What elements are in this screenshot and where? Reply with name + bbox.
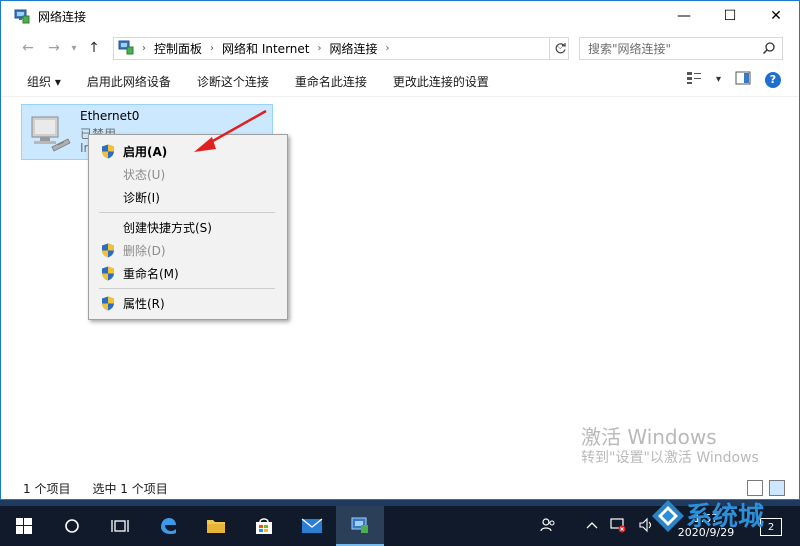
breadcrumb-separator-icon[interactable]: › — [317, 43, 321, 54]
address-bar[interactable]: › 控制面板 › 网络和 Internet › 网络连接 › ⌵ — [113, 37, 569, 60]
forward-button[interactable]: → — [41, 35, 67, 61]
ethernet-adapter-icon — [28, 113, 74, 153]
navigation-bar: ← → ▾ ↑ › 控制面板 › 网络和 Internet › 网络连接 › ⌵ — [1, 33, 799, 63]
mail-icon — [301, 518, 323, 533]
change-settings-button[interactable]: 更改此连接的设置 — [387, 73, 495, 90]
mail-button[interactable] — [288, 506, 336, 546]
menu-item-properties[interactable]: 属性(R) — [91, 292, 285, 314]
menu-item-create-shortcut[interactable]: 创建快捷方式(S) — [91, 216, 285, 238]
people-icon[interactable] — [540, 517, 556, 536]
network-disconnected-icon[interactable] — [610, 517, 626, 536]
breadcrumb-separator-icon[interactable]: › — [386, 43, 390, 54]
change-view-icon[interactable] — [686, 71, 702, 88]
view-controls: ▾ ? — [686, 71, 781, 88]
edge-browser-icon — [161, 518, 176, 534]
menu-separator — [99, 288, 275, 289]
selected-count: 选中 1 个项目 — [92, 481, 168, 496]
minimize-button[interactable]: — — [661, 1, 707, 31]
diagnose-button[interactable]: 诊断这个连接 — [191, 73, 275, 90]
organize-button[interactable]: 组织 ▾ — [21, 73, 67, 90]
command-bar: 组织 ▾ 启用此网络设备 诊断这个连接 重命名此连接 更改此连接的设置 ▾ ? — [1, 67, 799, 97]
search-icon[interactable] — [762, 41, 776, 58]
activation-watermark-subtitle: 转到"设置"以激活 Windows — [581, 450, 759, 466]
cortana-circle-icon — [65, 519, 79, 533]
brand-logo-icon — [652, 500, 684, 532]
refresh-button[interactable] — [549, 37, 571, 60]
network-connections-icon — [14, 8, 30, 24]
title-bar: 网络连接 — ☐ ✕ — [1, 1, 799, 31]
system-tray — [540, 506, 654, 546]
brand-text: 系统城 — [686, 502, 765, 532]
help-icon[interactable]: ? — [765, 71, 781, 88]
breadcrumb-network-internet[interactable]: 网络和 Internet — [222, 40, 309, 57]
breadcrumb-control-panel[interactable]: 控制面板 — [154, 40, 202, 57]
back-button[interactable]: ← — [15, 35, 41, 61]
details-view-icon[interactable] — [747, 480, 763, 496]
up-button[interactable]: ↑ — [81, 35, 107, 61]
preview-pane-icon[interactable] — [735, 71, 751, 88]
menu-item-rename[interactable]: 重命名(M) — [91, 262, 285, 284]
breadcrumb-network-connections[interactable]: 网络连接 — [329, 40, 377, 57]
maximize-button[interactable]: ☐ — [707, 1, 753, 31]
network-connections-icon — [351, 517, 368, 533]
activation-watermark-title: 激活 Windows — [581, 425, 717, 449]
folder-icon — [207, 520, 225, 533]
search-input[interactable]: 搜索"网络连接" — [579, 37, 783, 60]
show-hidden-icons-icon[interactable] — [586, 519, 598, 533]
search-taskbar-button[interactable] — [48, 506, 96, 546]
context-menu: 启用(A) 状态(U) 诊断(I) 创建快捷方式(S) 删除(D) 重命名(M)… — [88, 134, 288, 320]
uac-shield-icon — [101, 266, 115, 284]
menu-item-delete[interactable]: 删除(D) — [91, 239, 285, 261]
refresh-icon — [555, 43, 566, 54]
menu-item-diagnose[interactable]: 诊断(I) — [91, 186, 285, 208]
close-button[interactable]: ✕ — [753, 1, 799, 31]
file-explorer-button[interactable] — [192, 506, 240, 546]
breadcrumb-separator-icon[interactable]: › — [210, 43, 214, 54]
breadcrumb-separator-icon: › — [142, 43, 146, 54]
uac-shield-icon — [101, 296, 115, 314]
task-view-button[interactable] — [96, 506, 144, 546]
item-count: 1 个项目 — [23, 481, 71, 496]
windows-logo-icon — [16, 518, 32, 534]
edge-button[interactable] — [144, 506, 192, 546]
uac-shield-icon — [101, 243, 115, 261]
store-button[interactable] — [240, 506, 288, 546]
window-controls: — ☐ ✕ — [661, 1, 799, 31]
site-watermark: 系统城 — [650, 496, 800, 536]
annotation-arrow-icon — [194, 109, 267, 152]
menu-item-status[interactable]: 状态(U) — [91, 163, 285, 185]
connection-name: Ethernet0 — [80, 109, 140, 123]
recent-locations-icon[interactable]: ▾ — [67, 35, 81, 61]
window-title: 网络连接 — [38, 9, 87, 24]
task-view-icon — [111, 520, 129, 532]
uac-shield-icon — [101, 144, 115, 162]
store-bag-icon — [256, 518, 272, 534]
start-button[interactable] — [0, 506, 48, 546]
rename-button[interactable]: 重命名此连接 — [289, 73, 373, 90]
large-icons-view-icon[interactable] — [769, 480, 785, 496]
status-view-toggles — [747, 480, 785, 496]
menu-separator — [99, 212, 275, 213]
view-dropdown-icon[interactable]: ▾ — [716, 74, 721, 85]
network-connections-taskbar-button[interactable] — [336, 506, 384, 546]
search-placeholder: 搜索"网络连接" — [588, 42, 672, 56]
enable-device-button[interactable]: 启用此网络设备 — [81, 73, 177, 90]
control-panel-icon — [118, 39, 134, 58]
